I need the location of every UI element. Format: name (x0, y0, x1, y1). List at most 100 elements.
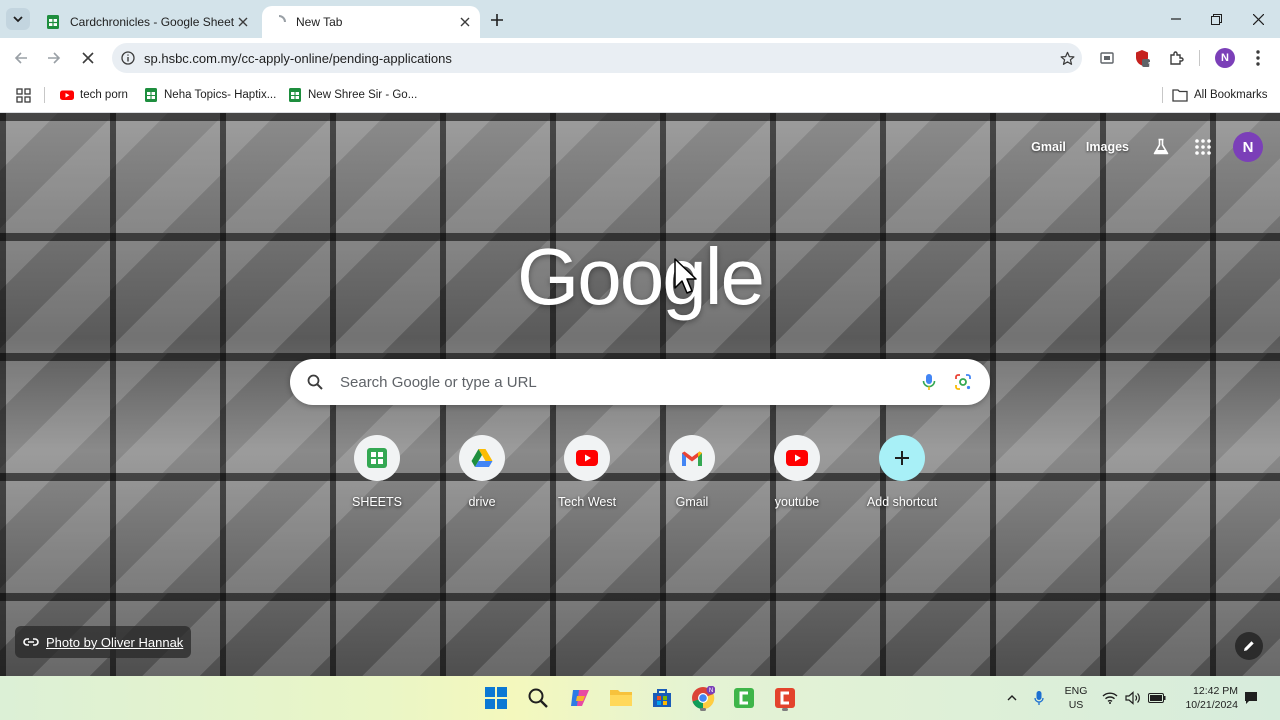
arrow-right-icon (48, 52, 61, 64)
forward-button[interactable] (42, 46, 66, 70)
close-icon (82, 52, 94, 64)
link-icon (23, 638, 39, 646)
camera-lens-icon (955, 374, 971, 390)
screenshot-extension-button[interactable] (1095, 46, 1119, 70)
search-input[interactable] (340, 373, 912, 391)
profile-button[interactable]: N (1213, 46, 1237, 70)
restore-button[interactable] (1196, 6, 1236, 32)
copilot-icon (571, 690, 589, 706)
battery-icon[interactable] (1144, 693, 1170, 703)
apps-grid-icon (16, 87, 31, 103)
puzzle-icon (1170, 51, 1184, 65)
add-shortcut-button[interactable]: Add shortcut (852, 435, 952, 509)
bookmark-item[interactable]: Neha Topics- Haptix... (144, 86, 276, 104)
microphone-tray-icon[interactable] (1024, 690, 1054, 706)
shortcut-tile[interactable]: drive (432, 435, 532, 509)
chevron-up-icon (1007, 695, 1017, 701)
tab-new-tab[interactable]: New Tab (262, 6, 480, 38)
language-region: US (1068, 699, 1084, 711)
volume-icon[interactable] (1122, 691, 1144, 705)
bookmark-star-icon[interactable] (1052, 43, 1082, 73)
restore-icon (1210, 13, 1222, 25)
shortcut-tile[interactable]: Tech West (537, 435, 637, 509)
stop-loading-button[interactable] (76, 46, 100, 70)
shortcut-icon-circle (564, 435, 610, 481)
show-hidden-icons-button[interactable] (1000, 694, 1024, 702)
lens-search-button[interactable] (946, 365, 980, 399)
sheets-icon (367, 448, 387, 468)
all-bookmarks-button[interactable]: All Bookmarks (1172, 86, 1268, 104)
shield-extension-button[interactable]: 1 (1130, 46, 1154, 70)
shortcut-icon-circle (879, 435, 925, 481)
chrome-taskbar-button[interactable]: N (688, 683, 718, 713)
site-info-icon[interactable] (112, 43, 144, 73)
photo-credit-link[interactable]: Photo by Oliver Hannak (15, 626, 192, 658)
sheets-icon (145, 88, 157, 102)
clock[interactable]: 12:42 PM 10/21/2024 (1174, 684, 1238, 712)
bookmarks-divider (44, 87, 45, 103)
bookmark-item[interactable]: New Shree Sir - Go... (288, 86, 417, 104)
apps-button[interactable] (16, 86, 31, 104)
customize-button[interactable] (1235, 632, 1263, 660)
active-indicator (782, 708, 788, 711)
close-window-button[interactable] (1238, 6, 1278, 32)
active-indicator (700, 708, 706, 711)
youtube-icon (60, 90, 74, 100)
language-code: ENG (1064, 685, 1088, 697)
gmail-link[interactable]: Gmail (1031, 140, 1066, 154)
mouse-cursor-icon (674, 258, 697, 294)
back-button[interactable] (9, 46, 33, 70)
shortcut-label: Tech West (557, 495, 617, 509)
url-text[interactable]: sp.hsbc.com.my/cc-apply-online/pending-a… (144, 51, 1052, 66)
close-icon[interactable] (234, 13, 252, 31)
tab-sheets[interactable]: Cardchronicles - Google Sheets (36, 6, 258, 38)
chevron-down-icon (13, 16, 23, 23)
apps-grid-icon (1195, 139, 1211, 155)
plus-icon (895, 451, 909, 465)
youtube-icon (576, 450, 598, 466)
google-apps-button[interactable] (1191, 135, 1215, 159)
chrome-menu-button[interactable] (1246, 46, 1270, 70)
capture-icon (1100, 52, 1114, 64)
all-bookmarks-label: All Bookmarks (1194, 89, 1268, 101)
copilot-button[interactable] (565, 683, 595, 713)
shortcut-tile[interactable]: youtube (747, 435, 847, 509)
wifi-icon[interactable] (1098, 692, 1122, 704)
images-link[interactable]: Images (1086, 140, 1129, 154)
start-button[interactable] (481, 683, 511, 713)
windows-taskbar: N ENG US 12:42 PM 10/21/2024 (0, 676, 1280, 720)
photo-credit-text: Photo by Oliver Hannak (46, 634, 184, 650)
avatar: N (1215, 48, 1235, 68)
language-indicator[interactable]: ENG US (1054, 684, 1098, 712)
new-tab-page: Gmail Images N Google SHEET (0, 113, 1280, 676)
clock-time: 12:42 PM (1193, 685, 1238, 697)
file-explorer-button[interactable] (606, 683, 636, 713)
shortcut-tile[interactable]: SHEETS (327, 435, 427, 509)
close-icon[interactable] (456, 13, 474, 31)
address-bar[interactable]: sp.hsbc.com.my/cc-apply-online/pending-a… (112, 43, 1082, 73)
tab-search-button[interactable] (6, 8, 30, 30)
shortcut-tile[interactable]: Gmail (642, 435, 742, 509)
minimize-button[interactable] (1156, 6, 1196, 32)
taskbar-search-button[interactable] (523, 683, 553, 713)
camtasia-recorder-button[interactable] (770, 683, 800, 713)
youtube-icon (786, 450, 808, 466)
shortcut-icon-circle (774, 435, 820, 481)
microphone-icon (922, 374, 936, 390)
avatar[interactable]: N (1233, 132, 1263, 162)
folder-icon (610, 690, 632, 706)
labs-button[interactable] (1149, 135, 1173, 159)
toolbar-divider (1199, 50, 1200, 66)
flask-icon (1153, 138, 1169, 155)
camtasia-icon (734, 688, 754, 708)
store-button[interactable] (647, 683, 677, 713)
sheets-icon (289, 88, 301, 102)
search-box[interactable] (290, 359, 990, 405)
notifications-button[interactable] (1238, 691, 1264, 705)
extensions-button[interactable] (1164, 46, 1188, 70)
clock-date: 10/21/2024 (1185, 699, 1238, 711)
bookmark-item[interactable]: tech porn (60, 86, 128, 104)
camtasia-button[interactable] (729, 683, 759, 713)
voice-search-button[interactable] (912, 365, 946, 399)
new-tab-button[interactable] (486, 9, 508, 31)
